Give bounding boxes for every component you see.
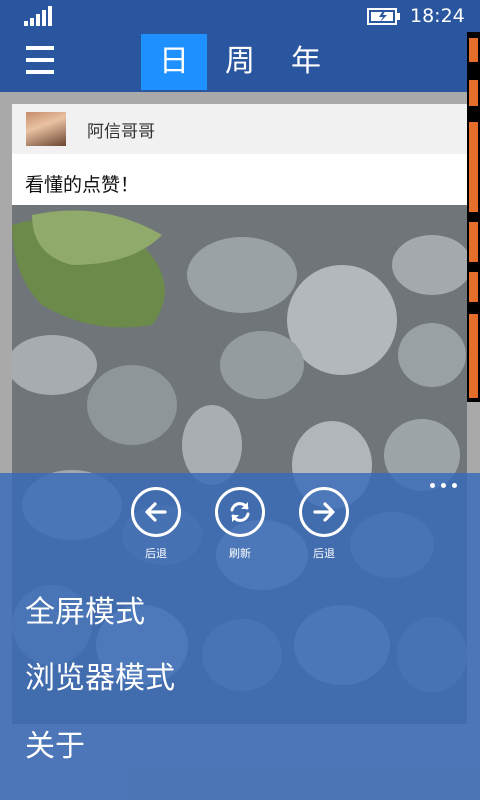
signal-icon [24,6,52,26]
menu-about[interactable]: 关于 [25,721,85,765]
app-bar-menu-panel: 后退 刷新 后退 全屏模式 浏览器模式 关于 [0,473,480,800]
forward-button[interactable]: 后退 [294,487,354,561]
menu-browser-mode[interactable]: 浏览器模式 [25,653,175,697]
back-button[interactable]: 后退 [126,487,186,561]
tab-year[interactable]: 年 [273,34,339,90]
arrow-right-icon [299,487,349,537]
back-label: 后退 [145,547,167,560]
arrow-left-icon [131,487,181,537]
refresh-label: 刷新 [229,547,251,560]
author-name[interactable]: 阿信哥哥 [87,117,155,142]
refresh-icon [215,487,265,537]
tab-week[interactable]: 周 [207,34,273,90]
post-header: 阿信哥哥 [12,104,467,154]
status-bar: 18:24 [0,0,480,32]
app-bar: 日 周 年 [0,32,480,92]
menu-icon[interactable] [26,46,54,76]
avatar[interactable] [26,112,66,146]
scroll-indicator-strip [467,32,480,402]
post-text: 看懂的点赞！ [25,174,140,196]
clock: 18:24 [410,5,465,27]
battery-charging-icon [367,8,400,25]
forward-label: 后退 [313,547,335,560]
menu-fullscreen-mode[interactable]: 全屏模式 [25,587,145,631]
tab-day[interactable]: 日 [141,34,207,90]
more-icon[interactable] [430,483,458,489]
refresh-button[interactable]: 刷新 [210,487,270,561]
